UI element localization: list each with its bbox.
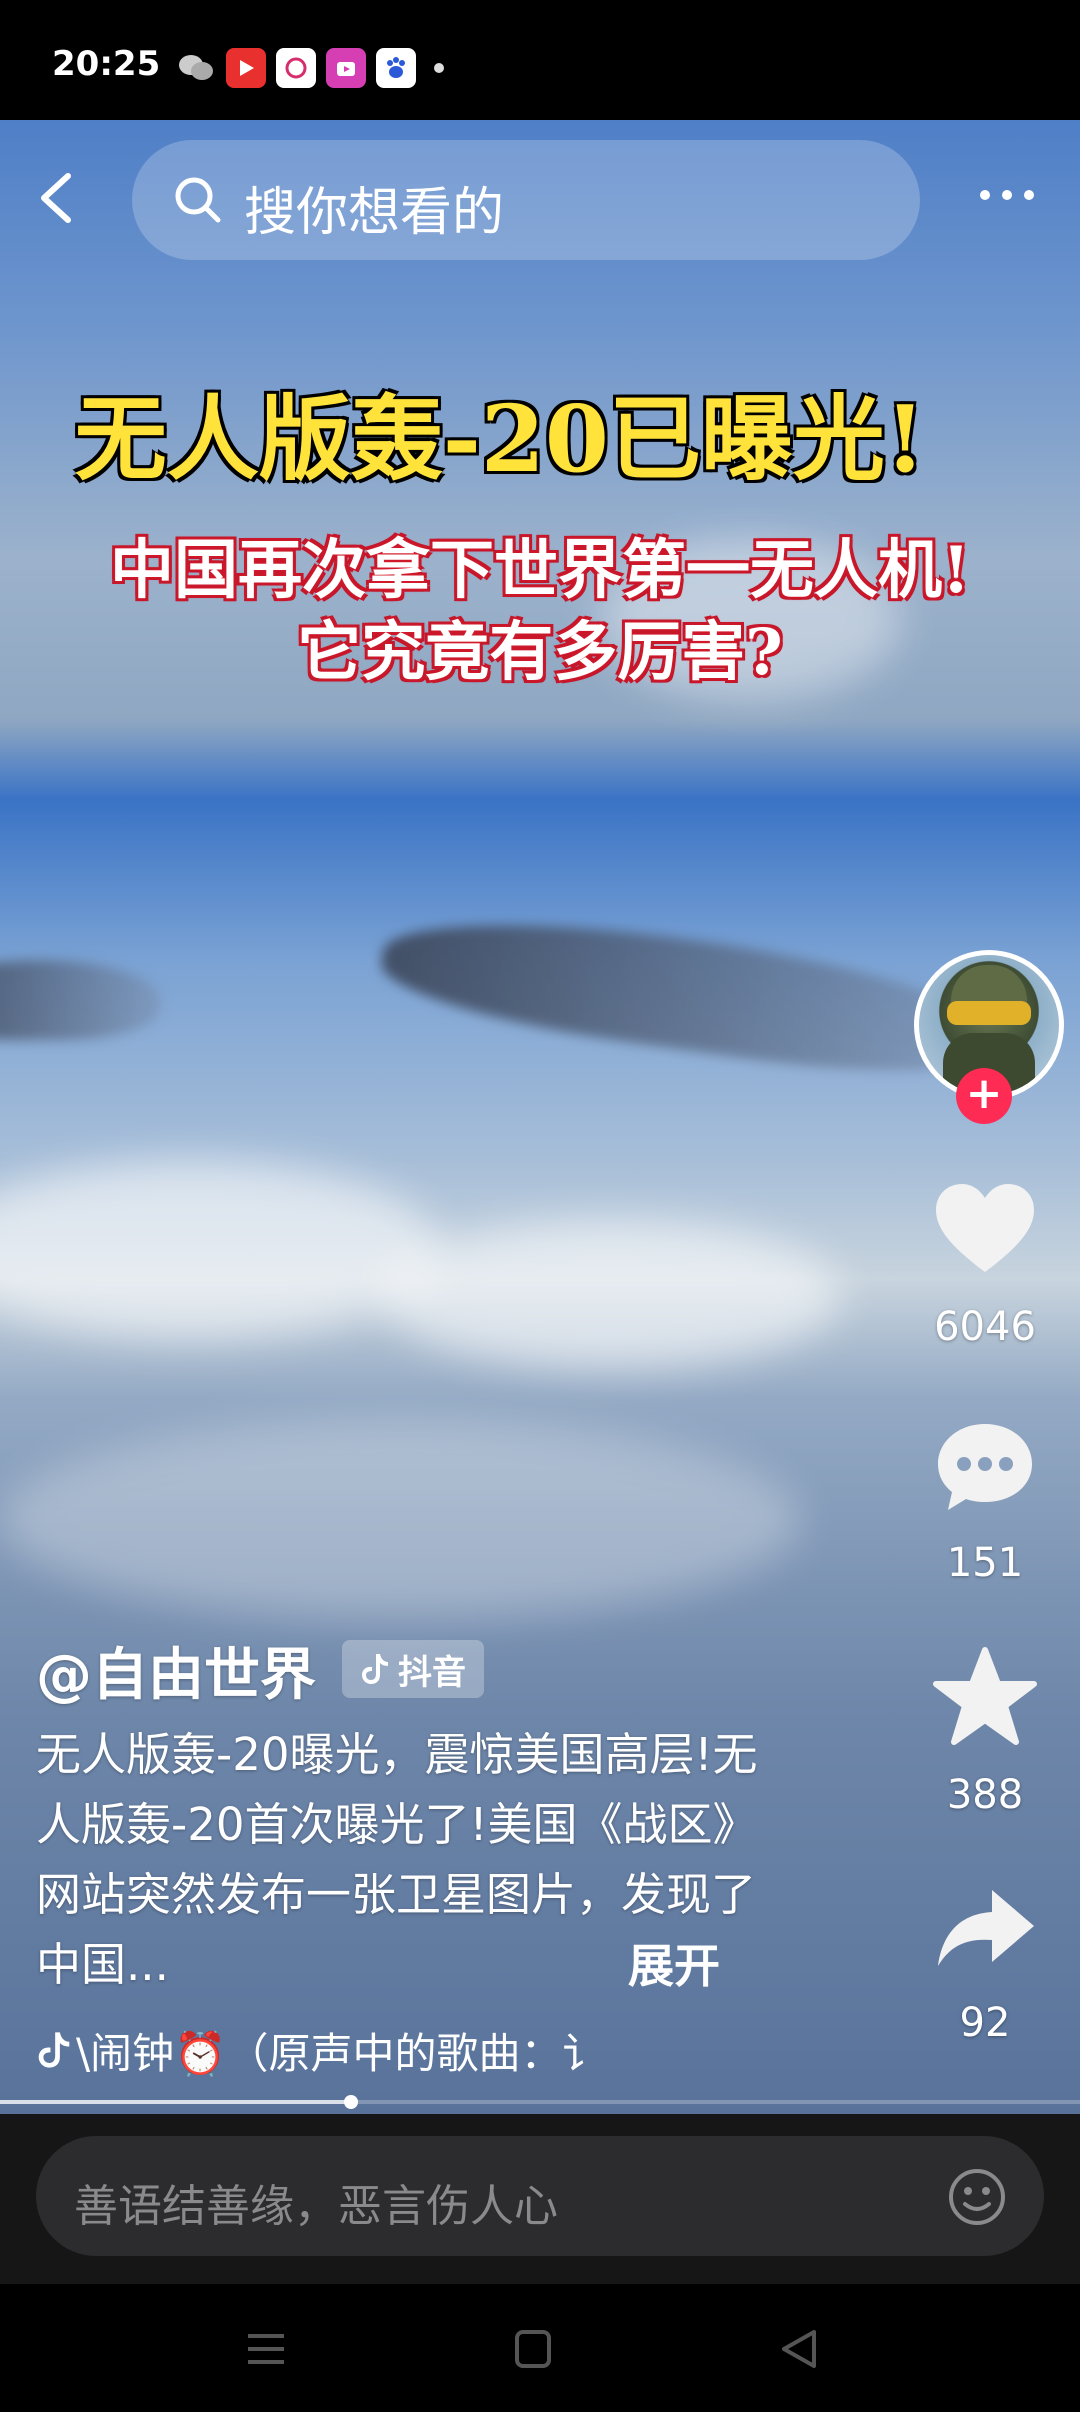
more-dot-icon <box>980 190 990 200</box>
cloud-shape <box>0 1160 440 1340</box>
like-button[interactable] <box>930 1180 1040 1280</box>
cloud-shape <box>0 1420 800 1620</box>
progress-fill <box>0 2100 351 2104</box>
video-subheadline-line2: 它究竟有多厉害? <box>297 615 783 690</box>
share-arrow-icon <box>938 1890 1034 1966</box>
music-note-icon <box>38 2032 70 2068</box>
like-count: 6046 <box>934 1304 1036 1350</box>
baidu-icon <box>376 48 416 88</box>
progress-handle[interactable] <box>344 2095 358 2109</box>
search-bar[interactable]: 搜你想看的 <box>132 140 920 260</box>
aircraft-image <box>375 897 1005 1093</box>
favorite-count: 388 <box>946 1772 1024 1818</box>
video-progress-bar[interactable] <box>0 2095 1080 2109</box>
douyin-note-icon <box>362 1654 388 1684</box>
system-navigation-bar <box>0 2284 1080 2412</box>
expand-button[interactable]: 展开 <box>628 1930 720 1996</box>
share-button[interactable] <box>930 1880 1040 1980</box>
search-placeholder: 搜你想看的 <box>244 183 505 243</box>
back-button[interactable] <box>30 168 90 228</box>
chevron-left-icon <box>41 173 71 223</box>
douyin-tag-label: 抖音 <box>398 1652 466 1693</box>
search-icon <box>175 177 221 223</box>
author-name[interactable]: @自由世界 <box>36 1630 316 1711</box>
comment-bar: 善语结善缘，恶言伤人心 <box>0 2114 1080 2284</box>
wechat-icon <box>176 48 216 88</box>
notification-icons <box>176 48 444 88</box>
comment-input[interactable]: 善语结善缘，恶言伤人心 <box>36 2136 1044 2256</box>
comment-count: 151 <box>946 1540 1024 1586</box>
douyin-tag[interactable]: 抖音 <box>342 1640 484 1698</box>
more-options-button[interactable] <box>980 190 1034 200</box>
heart-icon <box>936 1184 1034 1272</box>
menu-icon[interactable] <box>236 2324 296 2374</box>
comment-button[interactable] <box>930 1416 1040 1516</box>
video-app-icon <box>226 48 266 88</box>
comment-placeholder: 善语结善缘，恶言伤人心 <box>74 2181 558 2232</box>
bilibili-icon <box>326 48 366 88</box>
music-ticker[interactable]: \闹钟⏰（原声中的歌曲：讠 <box>36 2020 636 2080</box>
status-time: 20:25 <box>52 44 161 84</box>
app-notification-icon <box>276 48 316 88</box>
video-headline: 无人版轰-20已曝光! <box>74 385 926 493</box>
follow-button[interactable]: + <box>956 1068 1012 1124</box>
share-count: 92 <box>959 2000 1011 2046</box>
video-subheadline-line1: 中国再次拿下世界第一无人机! <box>109 533 971 608</box>
music-title: \闹钟⏰（原声中的歌曲：讠 <box>76 2028 605 2078</box>
comment-icon <box>938 1424 1032 1510</box>
more-dot-icon <box>1002 190 1012 200</box>
aircraft-image <box>0 960 160 1040</box>
emoji-icon[interactable] <box>946 2166 1008 2228</box>
avatar-goggles <box>947 1001 1031 1025</box>
cloud-shape <box>380 1220 840 1370</box>
back-triangle-icon[interactable] <box>770 2324 830 2374</box>
video-subheadline: 中国再次拿下世界第一无人机! 它究竟有多厉害? <box>0 530 1080 694</box>
more-dot-icon <box>1024 190 1034 200</box>
status-bar: 20:25 <box>0 0 1080 120</box>
favorite-button[interactable] <box>930 1646 1040 1746</box>
more-notifications-dot <box>434 63 444 73</box>
home-square-icon[interactable] <box>503 2324 563 2374</box>
star-icon <box>933 1647 1037 1745</box>
